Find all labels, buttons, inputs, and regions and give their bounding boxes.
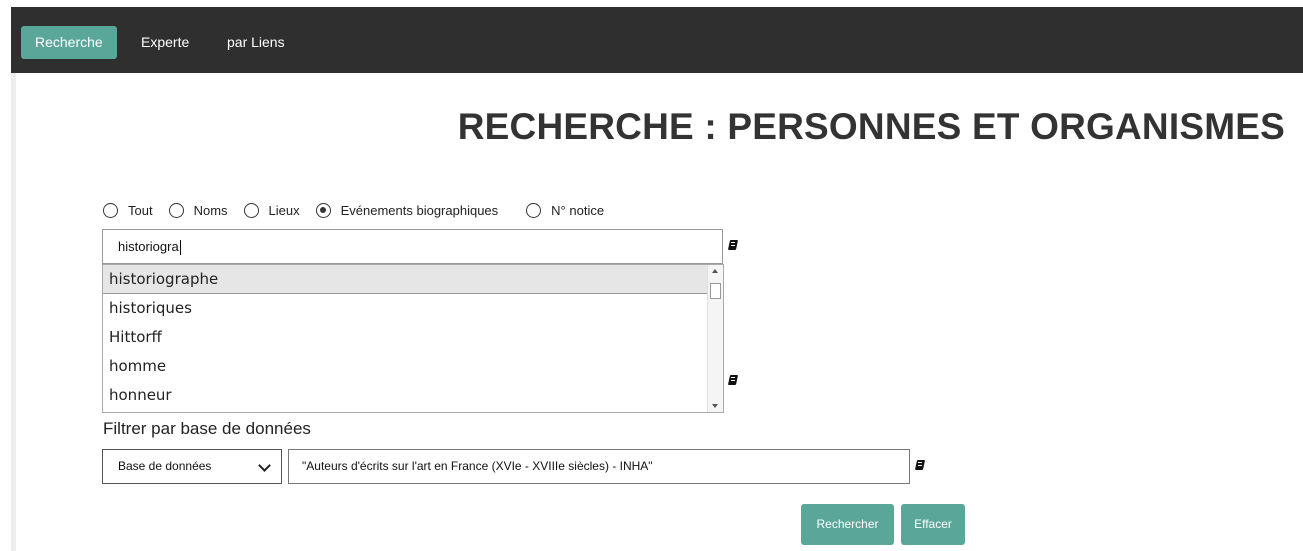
radio-circle[interactable] xyxy=(103,202,118,218)
autocomplete-option[interactable]: Hittorff xyxy=(103,323,723,352)
text-caret xyxy=(179,240,181,256)
radio-numero-notice[interactable]: N° notice xyxy=(526,202,605,218)
radio-evenements-biographiques[interactable]: Evénements biographiques xyxy=(315,202,499,218)
top-edge xyxy=(0,0,1303,7)
search-scope-radio-group: Tout Noms Lieux Evénements biographiques… xyxy=(103,200,604,220)
page: Recherche Experte par Liens RECHERCHE : … xyxy=(0,0,1303,551)
radio-circle[interactable] xyxy=(243,202,259,218)
search-input[interactable]: historiogra xyxy=(102,229,723,264)
book-icon[interactable] xyxy=(727,240,739,251)
database-select[interactable]: Base de données xyxy=(102,449,282,484)
autocomplete-option[interactable]: historiographe xyxy=(103,265,723,294)
autocomplete-option[interactable]: honneur xyxy=(103,381,723,410)
autocomplete-option[interactable]: homme xyxy=(103,352,723,381)
radio-label: N° notice xyxy=(551,202,605,218)
radio-tout[interactable]: Tout xyxy=(103,202,153,218)
page-title: RECHERCHE : PERSONNES ET ORGANISMES xyxy=(457,106,1285,147)
navbar: Recherche Experte par Liens xyxy=(11,7,1303,73)
book-icon[interactable] xyxy=(727,375,739,386)
database-select-value: Base de données xyxy=(118,459,212,473)
radio-label: Lieux xyxy=(268,202,300,218)
left-divider xyxy=(11,73,16,551)
autocomplete-option[interactable]: historiques xyxy=(103,294,723,323)
radio-label: Evénements biographiques xyxy=(340,202,499,218)
nav-tab-par-liens[interactable]: par Liens xyxy=(227,26,285,59)
filter-label: Filtrer par base de données xyxy=(103,419,311,438)
radio-label: Tout xyxy=(128,202,153,218)
radio-circle[interactable] xyxy=(526,202,542,218)
radio-label: Noms xyxy=(193,202,228,218)
search-input-value: historiogra xyxy=(118,239,179,254)
clear-button[interactable]: Effacer xyxy=(901,504,965,545)
nav-tab-experte[interactable]: Experte xyxy=(141,26,189,59)
dropdown-scrollbar[interactable] xyxy=(707,265,723,412)
nav-tab-recherche[interactable]: Recherche xyxy=(21,26,117,59)
chevron-down-icon xyxy=(258,459,271,472)
scroll-down-arrow-icon[interactable] xyxy=(712,404,718,408)
scroll-up-arrow-icon[interactable] xyxy=(712,269,718,273)
book-icon[interactable] xyxy=(914,460,926,471)
database-filter-input[interactable]: "Auteurs d'écrits sur l'art en France (X… xyxy=(288,449,910,484)
scroll-thumb[interactable] xyxy=(710,283,721,299)
radio-noms[interactable]: Noms xyxy=(168,202,228,218)
radio-circle[interactable] xyxy=(168,202,184,218)
search-button[interactable]: Rechercher xyxy=(801,504,894,545)
radio-circle-checked[interactable] xyxy=(315,202,331,218)
autocomplete-dropdown: historiographe historiques Hittorff homm… xyxy=(102,264,724,413)
radio-lieux[interactable]: Lieux xyxy=(243,202,300,218)
